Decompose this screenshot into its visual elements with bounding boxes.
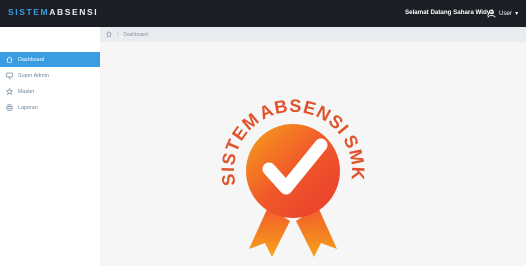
sidebar-item-laporan[interactable]: Laporan: [0, 100, 100, 115]
brand-rest-text: ABSENSI: [49, 7, 99, 17]
logo-arc-right: SMK: [339, 132, 367, 181]
sidebar-item-label: Laporan: [18, 104, 38, 111]
top-navbar: SISTEMABSENSI Selamat Datang Sahara Widy…: [0, 0, 526, 27]
sidebar: Dashboard Super Admin Master Laporan: [0, 27, 100, 266]
sidebar-item-label: Dashboard: [18, 56, 45, 63]
user-menu[interactable]: User ▾: [487, 7, 518, 20]
monitor-icon: [6, 72, 13, 79]
svg-text:SMK: SMK: [339, 132, 368, 181]
sidebar-item-super-admin[interactable]: Super Admin: [0, 68, 100, 83]
brand-accent-text: SISTEM: [8, 7, 50, 17]
sidebar-item-dashboard[interactable]: Dashboard: [0, 52, 100, 67]
app-brand[interactable]: SISTEMABSENSI: [8, 7, 98, 17]
sidebar-nav: Dashboard Super Admin Master Laporan: [0, 52, 100, 116]
sidebar-item-label: Master: [18, 88, 35, 95]
star-icon: [6, 88, 13, 95]
breadcrumb-separator: /: [117, 31, 119, 38]
main-content: / Dashboard SISTEM ABSENSI SMK: [100, 27, 526, 266]
user-icon: [487, 9, 496, 18]
home-icon: [6, 56, 13, 63]
breadcrumb: / Dashboard: [100, 27, 526, 42]
user-menu-label: User: [499, 10, 513, 17]
home-icon[interactable]: [106, 30, 112, 39]
sidebar-item-master[interactable]: Master: [0, 84, 100, 99]
sistem-absensi-smk-logo: SISTEM ABSENSI SMK: [218, 96, 368, 257]
breadcrumb-current: Dashboard: [123, 31, 148, 38]
sidebar-item-label: Super Admin: [18, 72, 49, 79]
welcome-text: Selamat Datang Sahara Widya: [405, 9, 494, 16]
chevron-down-icon: ▾: [515, 10, 519, 17]
printer-icon: [6, 104, 13, 111]
